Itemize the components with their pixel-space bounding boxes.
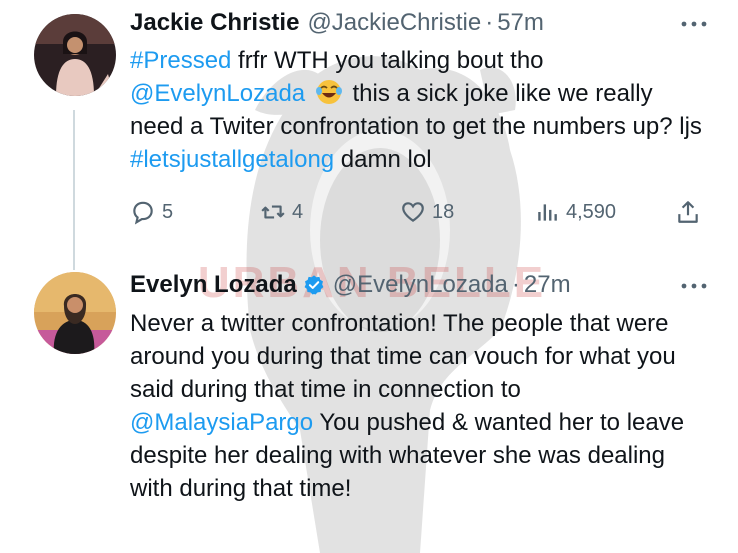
verified-badge-icon [304,275,324,295]
views-button[interactable]: 4,590 [534,199,616,225]
view-count: 4,590 [566,200,617,223]
retweet-button[interactable]: 4 [260,199,303,225]
laughing-emoji-icon [315,80,342,104]
tweet-text-part: frfr WTH you talking bout tho [231,47,544,74]
mention-evelyn-lozada[interactable]: @EvelynLozada [130,80,305,107]
heart-icon [402,202,424,222]
author-name[interactable]: Evelyn Lozada [130,271,297,299]
tweet-text: #Pressed frfr WTH you talking bout tho @… [130,44,710,176]
timestamp[interactable]: 57m [497,9,544,37]
author-handle[interactable]: @JackieChristie [307,9,481,37]
avatar-jackie-christie[interactable] [34,14,116,96]
thread-connector-line [73,110,75,270]
like-button[interactable]: 18 [400,199,454,225]
share-button[interactable] [675,199,707,225]
reply-button[interactable]: 5 [130,199,173,225]
like-count: 18 [432,200,455,223]
tweet-text-part: damn lol [334,146,432,173]
retweet-count: 4 [292,200,304,223]
hashtag-letsjustallgetalong[interactable]: #letsjustallgetalong [130,146,334,173]
hashtag-pressed[interactable]: #Pressed [130,47,231,74]
avatar-evelyn-lozada[interactable] [34,272,116,354]
author-handle[interactable]: @EvelynLozada [333,271,508,299]
share-icon [678,201,698,223]
more-icon[interactable] [680,19,708,29]
separator-dot: · [511,271,520,298]
timestamp[interactable]: 27m [524,271,571,299]
comment-icon [133,201,153,225]
mention-malaysia-pargo[interactable]: @MalaysiaPargo [130,409,313,436]
more-icon[interactable] [680,281,708,291]
retweet-icon [261,205,285,219]
tweet-actions: 5 4 18 4,590 [130,197,710,231]
reply-count: 5 [162,200,174,223]
views-chart-icon [538,204,557,221]
tweet-text-part: Never a twitter confrontation! The peopl… [130,310,676,403]
separator-dot: · [485,9,494,36]
tweet-text: Never a twitter confrontation! The peopl… [130,307,710,505]
author-name[interactable]: Jackie Christie [130,9,299,37]
